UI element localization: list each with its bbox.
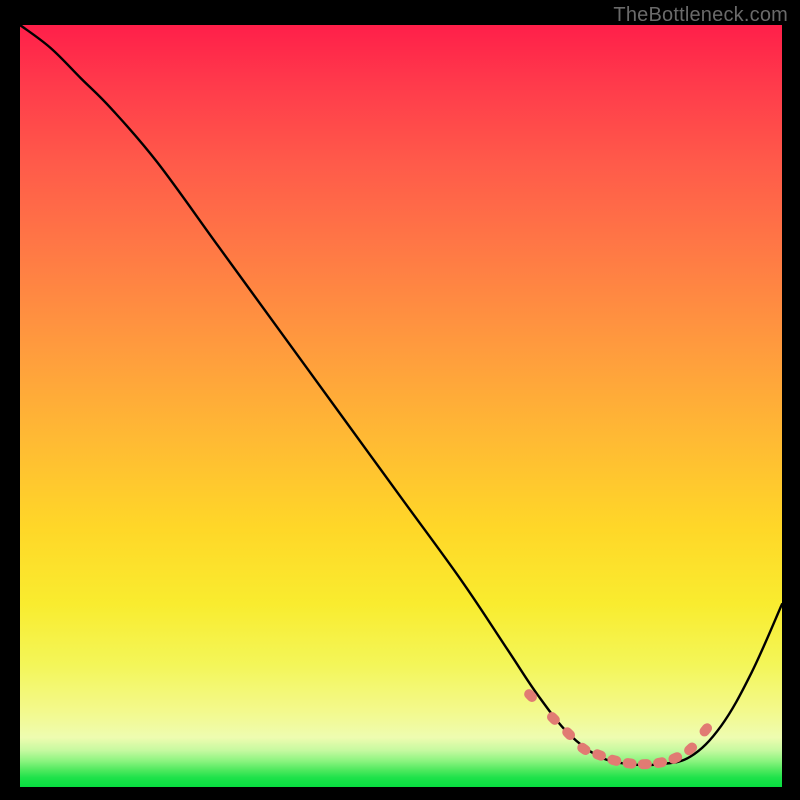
curve-marker	[606, 754, 622, 767]
curve-marker	[522, 687, 539, 704]
watermark-text: TheBottleneck.com	[613, 4, 788, 27]
curve-marker	[652, 756, 668, 769]
bottleneck-curve	[20, 25, 782, 765]
chart-stage: TheBottleneck.com	[0, 0, 800, 800]
plot-area	[20, 25, 782, 787]
curve-marker	[682, 740, 699, 757]
curve-marker	[622, 758, 637, 770]
curve-layer	[20, 25, 782, 787]
marker-group	[522, 687, 714, 769]
curve-marker	[638, 759, 652, 769]
curve-marker	[698, 721, 715, 738]
